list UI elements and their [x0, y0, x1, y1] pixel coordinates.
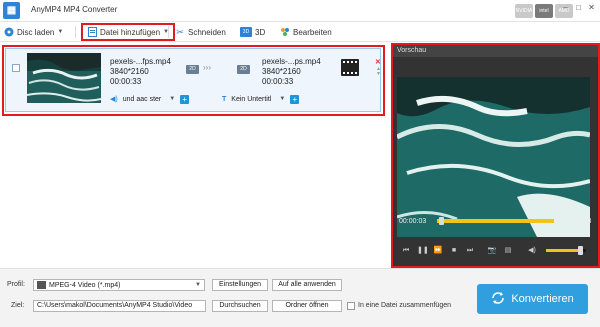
target-duration: 00:00:33 [262, 77, 294, 86]
seek-bar[interactable] [437, 217, 554, 225]
3d-icon: 3D [240, 27, 252, 37]
disc-load-button[interactable]: Disc laden ▼ [4, 25, 63, 39]
edit-icon [280, 27, 290, 37]
settings-button[interactable]: Einstellungen [212, 279, 268, 291]
target-info: pexels-...ps.mp4 3840*2160 00:00:33 [262, 57, 321, 87]
window-controls: – □ ✕ [560, 2, 597, 13]
seek-bar-fill [437, 219, 554, 223]
volume-icon[interactable]: ◀) [527, 246, 537, 256]
profile-label: Profil: [7, 281, 25, 288]
add-audio-icon[interactable]: + [180, 94, 190, 104]
close-button[interactable]: ✕ [586, 2, 597, 13]
subtitle-icon: T [222, 95, 227, 103]
nvidia-badge[interactable]: NVIDIA [515, 4, 533, 18]
edit-label: Bearbeiten [293, 27, 332, 37]
intel-badge[interactable]: intel [535, 4, 553, 18]
3d-button[interactable]: 3D 3D [240, 25, 265, 39]
volume-handle[interactable] [578, 246, 583, 255]
add-file-label: Datei hinzufügen [100, 27, 161, 37]
source-2d-badge: 2D [186, 65, 199, 74]
title-bar: ▦ AnyMP4 MP4 Converter NVIDIA intel AMD … [0, 0, 600, 22]
merge-label: In eine Datei zusammenfügen [358, 302, 451, 309]
file-list: pexels-...fps.mp4 3840*2160 00:00:33 2D … [0, 43, 388, 265]
current-time: 00:00:03 [399, 218, 427, 225]
apply-to-all-button[interactable]: Auf alle anwenden [272, 279, 342, 291]
toolbar-divider [75, 26, 76, 38]
app-title: AnyMP4 MP4 Converter [31, 5, 118, 14]
toolbar: Disc laden ▼ Datei hinzufügen ▼ ✂ Schnei… [0, 22, 600, 42]
chevron-down-icon: ▼ [57, 29, 64, 35]
audio-track-value: und aac ster [122, 95, 162, 103]
fast-forward-icon[interactable]: ⏩ [433, 246, 443, 256]
minimize-button[interactable]: – [560, 2, 571, 13]
source-resolution: 3840*2160 [110, 67, 149, 76]
edit-button[interactable]: Bearbeiten [280, 25, 332, 39]
target-resolution: 3840*2160 [262, 67, 301, 76]
target-label: Ziel: [11, 302, 25, 309]
source-filename: pexels-...fps.mp4 [110, 57, 171, 66]
preview-video [397, 77, 590, 237]
toolbar-divider [168, 26, 169, 38]
video-format-icon[interactable] [341, 59, 359, 76]
convert-icon [491, 291, 505, 308]
browse-button[interactable]: Durchsuchen [212, 300, 268, 312]
target-2d-badge: 2D [237, 65, 250, 74]
open-folder-button[interactable]: Ordner öffnen [272, 300, 342, 312]
audio-track-select[interactable]: ◀) und aac ster ▼ + [110, 94, 190, 104]
volume-fill [546, 249, 580, 252]
total-time: 00:00:33 [564, 218, 592, 225]
snapshot-icon[interactable]: 📷 [487, 246, 497, 256]
add-file-icon [87, 27, 97, 37]
convert-label: Konvertieren [511, 293, 574, 305]
pause-icon[interactable]: ❚❚ [417, 246, 429, 256]
target-filename: pexels-...ps.mp4 [262, 57, 321, 66]
merge-checkbox[interactable] [347, 302, 355, 310]
subtitle-value: Kein Untertitl [231, 95, 272, 103]
disc-icon [4, 27, 14, 37]
video-thumbnail [27, 53, 101, 103]
subtitle-select[interactable]: T Kein Untertitl ▼ + [222, 94, 300, 104]
seek-handle[interactable] [438, 217, 444, 225]
scissors-icon: ✂ [176, 26, 184, 37]
chevron-down-icon: ▼ [195, 282, 201, 288]
skip-forward-icon[interactable]: ⏭ [465, 246, 475, 256]
convert-button[interactable]: Konvertieren [477, 284, 588, 314]
maximize-button[interactable]: □ [573, 2, 584, 13]
source-info: pexels-...fps.mp4 3840*2160 00:00:33 [110, 57, 171, 87]
3d-label: 3D [255, 27, 266, 37]
cut-button[interactable]: ✂ Schneiden [175, 25, 226, 39]
move-row-icon[interactable]: ▲ ▼ [376, 67, 381, 77]
chevron-down-icon: ▼ [169, 96, 176, 102]
volume-slider[interactable] [546, 246, 586, 255]
profile-select[interactable]: MPEG-4 Video (*.mp4) ▼ [33, 279, 205, 291]
app-logo-icon: ▦ [3, 2, 20, 19]
chevron-down-icon: ▼ [279, 96, 286, 102]
cut-label: Schneiden [188, 27, 226, 37]
output-settings-bar: Profil: MPEG-4 Video (*.mp4) ▼ Einstellu… [0, 268, 600, 327]
add-file-button[interactable]: Datei hinzufügen ▼ [81, 23, 175, 41]
target-path-field[interactable]: C:\Users\makol\Documents\AnyMP4 Studio\V… [33, 300, 206, 312]
profile-value: MPEG-4 Video (*.mp4) [49, 281, 121, 289]
preview-panel: Vorschau 00:00:03 00:00:33 ⏮ ❚❚ ⏩ ■ ⏭ 📷 … [391, 43, 600, 268]
preview-title: Vorschau [393, 45, 598, 57]
mp4-format-icon [37, 281, 46, 289]
speaker-icon: ◀) [110, 96, 118, 103]
source-duration: 00:00:33 [110, 77, 142, 86]
file-checkbox[interactable] [12, 64, 20, 72]
remove-file-icon[interactable]: ✕ [375, 58, 381, 66]
skip-back-icon[interactable]: ⏮ [401, 246, 411, 256]
add-subtitle-icon[interactable]: + [290, 94, 300, 104]
stop-icon[interactable]: ■ [449, 246, 459, 256]
disc-load-label: Disc laden [17, 27, 55, 37]
convert-arrow-icon: ››› [203, 63, 211, 72]
folder-icon[interactable]: ▤ [503, 246, 513, 256]
